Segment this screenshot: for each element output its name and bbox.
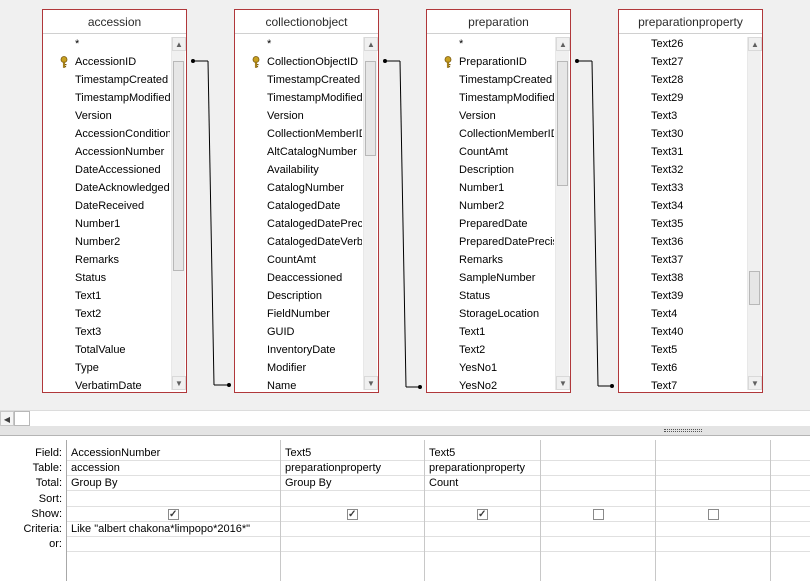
show-checkbox[interactable] xyxy=(168,507,179,521)
show-cell[interactable] xyxy=(541,507,655,522)
show-checkbox[interactable] xyxy=(592,509,604,520)
grid-cell-total[interactable] xyxy=(656,476,770,491)
grid-cell-or[interactable] xyxy=(281,537,424,552)
grid-cell-or[interactable] xyxy=(425,537,540,552)
grid-row-label: Total: xyxy=(35,477,62,489)
show-cell[interactable] xyxy=(656,507,770,522)
grid-cell-sort[interactable] xyxy=(771,492,810,507)
grid-row-label: Table: xyxy=(32,462,62,474)
grid-cell-or[interactable] xyxy=(656,537,770,552)
grid-cell-total[interactable]: Count xyxy=(425,476,540,491)
grid-cell-field[interactable]: Text5 xyxy=(425,446,540,461)
grid-row-label: Show: xyxy=(31,508,62,520)
grid-cell-table[interactable]: preparationproperty xyxy=(425,461,540,476)
grid-cell-sort[interactable] xyxy=(281,492,424,507)
grid-column[interactable] xyxy=(656,440,771,581)
grid-column[interactable] xyxy=(541,440,656,581)
grid-cell-or[interactable] xyxy=(67,537,280,552)
grid-cell-criteria[interactable] xyxy=(281,522,424,537)
grid-cell-criteria[interactable] xyxy=(425,522,540,537)
query-grid-columns[interactable]: AccessionNumberaccessionGroup By Like "al… xyxy=(66,440,810,581)
show-cell[interactable] xyxy=(281,507,424,522)
grid-cell-field[interactable] xyxy=(541,446,655,461)
grid-cell-field[interactable] xyxy=(656,446,770,461)
grid-cell-total[interactable]: Group By xyxy=(281,476,424,491)
grid-row-label: or: xyxy=(49,538,62,550)
design-horizontal-scrollbar[interactable]: ◀ xyxy=(0,410,810,426)
query-design-pane[interactable]: accession * AccessionID TimestampCreated Tim… xyxy=(0,0,810,410)
grid-cell-table[interactable] xyxy=(771,461,810,476)
show-cell[interactable] xyxy=(771,507,810,522)
grid-cell-sort[interactable] xyxy=(67,492,280,507)
show-checkbox[interactable] xyxy=(477,507,488,521)
grid-cell-total[interactable] xyxy=(771,476,810,491)
grid-cell-table[interactable]: preparationproperty xyxy=(281,461,424,476)
splitter-grip-icon[interactable] xyxy=(664,429,702,432)
show-checkbox[interactable] xyxy=(347,507,358,521)
grid-cell-sort[interactable] xyxy=(541,492,655,507)
grid-cell-total[interactable]: Group By xyxy=(67,476,280,491)
grid-cell-field[interactable]: AccessionNumber xyxy=(67,446,280,461)
grid-column[interactable]: Text5 preparationproperty Count xyxy=(425,440,541,581)
grid-column[interactable]: AccessionNumberaccessionGroup By Like "al… xyxy=(67,440,281,581)
grid-cell-sort[interactable] xyxy=(656,492,770,507)
scroll-left-arrow-icon[interactable]: ◀ xyxy=(0,411,14,426)
grid-row-label: Field: xyxy=(35,447,62,459)
grid-column[interactable]: Text5 preparationproperty Group By xyxy=(281,440,425,581)
grid-cell-table[interactable]: accession xyxy=(67,461,280,476)
grid-row-label: Criteria: xyxy=(23,523,62,535)
query-grid[interactable]: Field: Table: Total: Sort: Show: Criteria: or:… xyxy=(0,437,810,581)
grid-cell-sort[interactable] xyxy=(425,492,540,507)
grid-cell-criteria[interactable]: Like "albert chakona*limpopo*2016*" xyxy=(67,522,280,537)
show-cell[interactable] xyxy=(67,507,280,522)
grid-cell-total[interactable] xyxy=(541,476,655,491)
grid-cell-field[interactable]: Text5 xyxy=(281,446,424,461)
grid-cell-table[interactable] xyxy=(656,461,770,476)
show-checkbox[interactable] xyxy=(707,509,719,520)
grid-cell-or[interactable] xyxy=(771,537,810,552)
grid-cell-field[interactable] xyxy=(771,446,810,461)
pane-splitter[interactable] xyxy=(0,426,810,436)
grid-cell-criteria[interactable] xyxy=(656,522,770,537)
grid-cell-criteria[interactable] xyxy=(771,522,810,537)
join-lines xyxy=(191,59,614,389)
grid-column[interactable] xyxy=(771,440,810,581)
grid-cell-or[interactable] xyxy=(541,537,655,552)
grid-row-label: Sort: xyxy=(38,493,62,505)
show-cell[interactable] xyxy=(425,507,540,522)
scroll-thumb[interactable] xyxy=(14,411,30,426)
grid-cell-table[interactable] xyxy=(541,461,655,476)
grid-cell-criteria[interactable] xyxy=(541,522,655,537)
